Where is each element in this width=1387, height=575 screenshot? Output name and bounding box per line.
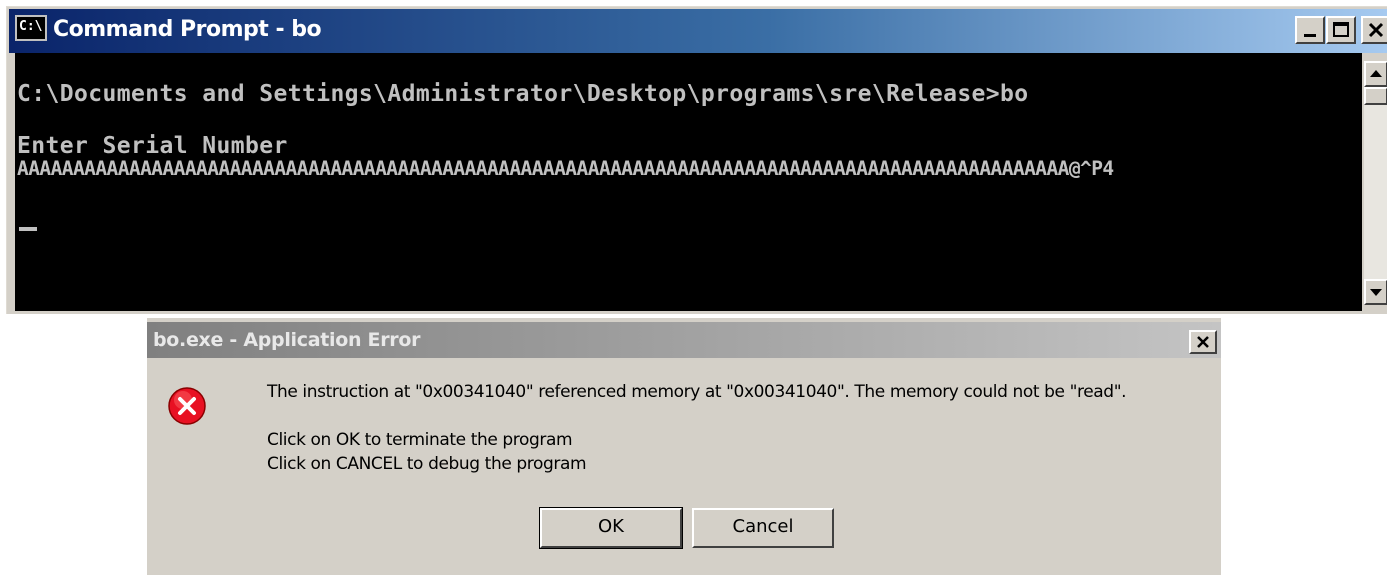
scroll-down-button[interactable] — [1364, 279, 1387, 305]
console-output[interactable]: C:\Documents and Settings\Administrator\… — [15, 53, 1362, 311]
cancel-hint-text: Click on CANCEL to debug the program — [267, 454, 587, 474]
arrow-up-icon — [1370, 70, 1382, 77]
maximize-button[interactable] — [1326, 16, 1356, 44]
cancel-button[interactable]: Cancel — [692, 508, 834, 548]
arrow-down-icon — [1370, 289, 1382, 296]
dialog-titlebar[interactable]: bo.exe - Application Error — [147, 322, 1221, 358]
close-icon — [1368, 22, 1384, 38]
dialog-title: bo.exe - Application Error — [153, 329, 421, 351]
minimize-button[interactable] — [1295, 16, 1325, 44]
minimize-icon — [1304, 34, 1316, 37]
ok-button[interactable]: OK — [539, 507, 683, 549]
scroll-up-button[interactable] — [1364, 61, 1387, 87]
console-line-command: C:\Documents and Settings\Administrator\… — [17, 81, 1029, 107]
command-prompt-icon[interactable]: C:\ — [15, 15, 47, 41]
console-line-prompt: Enter Serial Number — [17, 133, 288, 159]
window-title: Command Prompt - bo — [53, 17, 322, 42]
command-prompt-titlebar[interactable]: C:\ Command Prompt - bo — [9, 9, 1387, 53]
dialog-close-button[interactable] — [1189, 330, 1217, 354]
ok-hint-text: Click on OK to terminate the program — [267, 430, 573, 450]
close-icon — [1197, 336, 1209, 348]
maximize-icon — [1333, 22, 1349, 37]
close-button[interactable] — [1361, 16, 1387, 44]
vertical-scrollbar[interactable] — [1364, 53, 1387, 311]
error-icon — [168, 387, 206, 425]
error-message: The instruction at "0x00341040" referenc… — [267, 382, 1127, 402]
scroll-thumb[interactable] — [1364, 87, 1387, 105]
scroll-track[interactable] — [1364, 105, 1387, 279]
application-error-dialog: bo.exe - Application Error The instructi… — [147, 318, 1221, 575]
command-prompt-window: C:\ Command Prompt - bo C:\Documents and… — [6, 6, 1387, 314]
text-cursor — [19, 227, 37, 231]
console-line-input: AAAAAAAAAAAAAAAAAAAAAAAAAAAAAAAAAAAAAAAA… — [17, 157, 1114, 180]
